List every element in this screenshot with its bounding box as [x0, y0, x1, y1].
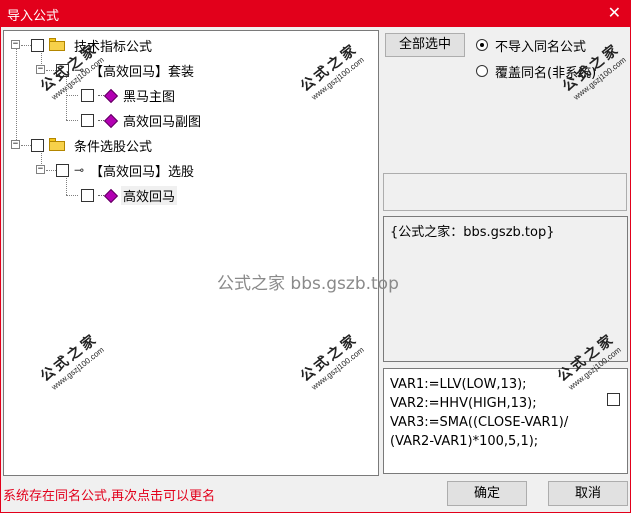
code-line: (VAR2-VAR1)*100,5,1); [390, 434, 539, 449]
ok-button[interactable]: 确定 [447, 481, 527, 506]
formula-diamond-icon [103, 113, 119, 129]
tree-connector [46, 170, 56, 171]
cancel-button[interactable]: 取消 [548, 481, 628, 506]
tree-connector [66, 176, 67, 195]
tree-node-label[interactable]: 【高效回马】选股 [90, 161, 194, 180]
expander-minus-icon[interactable]: − [11, 140, 20, 149]
tree-node-label[interactable]: 黑马主图 [123, 86, 175, 105]
status-message: 系统存在同名公式,再次点击可以更名 [3, 489, 216, 504]
folder-icon [49, 38, 65, 51]
tree-connector [16, 45, 17, 146]
folder-icon [49, 138, 65, 151]
formula-description: {公式之家：bbs.gszb.top} [383, 216, 628, 362]
tree-connector [46, 70, 56, 71]
tree-node-checkbox[interactable] [81, 189, 94, 202]
code-line: VAR3:=SMA((CLOSE-VAR1)/ [390, 415, 569, 430]
radio-overwrite[interactable] [476, 65, 488, 77]
tree-node-label[interactable]: 条件选股公式 [74, 136, 152, 155]
tree-node-checkbox[interactable] [56, 164, 69, 177]
tree-connector [66, 120, 78, 121]
tree-node-label[interactable]: 技术指标公式 [74, 36, 152, 55]
formula-diamond-icon [103, 188, 119, 204]
formula-code[interactable]: VAR1:=LLV(LOW,13); VAR2:=HHV(HIGH,13); V… [383, 368, 628, 474]
tree-connector [66, 95, 78, 96]
empty-field [383, 173, 627, 211]
tree-node-label[interactable]: 高效回马副图 [123, 111, 201, 130]
expander-minus-icon[interactable]: − [36, 65, 45, 74]
tree-connector [21, 145, 31, 146]
expander-minus-icon[interactable]: − [36, 165, 45, 174]
key-icon: ⊸ [74, 63, 85, 77]
code-line: VAR1:=LLV(LOW,13); [390, 377, 527, 392]
code-checkbox[interactable] [607, 393, 620, 406]
tree-node-label[interactable]: 高效回马 [121, 186, 178, 205]
expander-minus-icon[interactable]: − [11, 40, 20, 49]
title-bar: 导入公式 ✕ [0, 0, 631, 27]
tree-connector [66, 76, 67, 120]
key-icon: ⊸ [74, 163, 85, 177]
tree-node-checkbox[interactable] [56, 64, 69, 77]
tree-connector [21, 45, 31, 46]
dialog-body: − 技术指标公式 − ⊸ 【高效回马】套装 黑马主图 高效回马副图 − 条件选股… [0, 27, 631, 513]
radio-no-import[interactable] [476, 39, 488, 51]
radio-no-import-label[interactable]: 不导入同名公式 [495, 36, 586, 55]
window-title: 导入公式 [7, 9, 60, 24]
watermark-text: 公式之家 bbs.gszb.top [217, 274, 399, 294]
description-text: {公式之家：bbs.gszb.top} [390, 225, 555, 240]
radio-overwrite-label[interactable]: 覆盖同名(非系统) [495, 62, 596, 81]
tree-node-checkbox[interactable] [81, 89, 94, 102]
formula-diamond-icon [103, 88, 119, 104]
tree-node-label[interactable]: 【高效回马】套装 [90, 61, 194, 80]
select-all-button[interactable]: 全部选中 [385, 33, 465, 57]
formula-tree[interactable]: − 技术指标公式 − ⊸ 【高效回马】套装 黑马主图 高效回马副图 − 条件选股… [3, 30, 379, 476]
right-panel: 全部选中 不导入同名公式 覆盖同名(非系统) {公式之家：bbs.gszb.to… [382, 30, 629, 476]
tree-node-checkbox[interactable] [81, 114, 94, 127]
tree-connector [66, 195, 78, 196]
tree-node-checkbox[interactable] [31, 39, 44, 52]
tree-node-checkbox[interactable] [31, 139, 44, 152]
close-icon[interactable]: ✕ [608, 3, 621, 22]
code-line: VAR2:=HHV(HIGH,13); [390, 396, 537, 411]
